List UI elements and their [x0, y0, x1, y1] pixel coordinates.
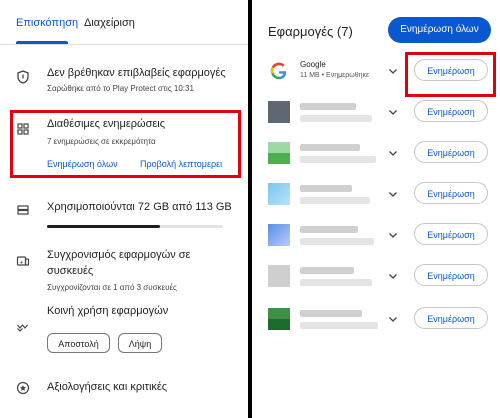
- app-meta-blurred: [300, 279, 372, 286]
- sync-title-line1[interactable]: Συγχρονισμός εφαρμογών σε: [47, 249, 190, 261]
- protect-subtitle: Σαρώθηκε από το Play Protect στις 10:31: [47, 84, 194, 93]
- google-logo-icon: [270, 62, 287, 80]
- app-icon: [268, 265, 290, 287]
- update-button[interactable]: Ενημέρωση: [414, 100, 488, 122]
- storage-progress-bar: [47, 225, 223, 228]
- app-icon: [268, 142, 290, 164]
- chevron-down-icon[interactable]: [387, 147, 399, 159]
- app-icon: [268, 308, 290, 330]
- update-button[interactable]: Ενημέρωση: [414, 182, 488, 204]
- app-meta-blurred: [300, 156, 376, 163]
- chevron-down-icon[interactable]: [387, 188, 399, 200]
- update-all-link[interactable]: Ενημέρωση όλων: [47, 159, 118, 169]
- update-all-button[interactable]: Ενημέρωση όλων: [388, 17, 491, 43]
- app-row-blurred[interactable]: Ενημέρωση: [252, 134, 500, 172]
- app-name-blurred: [300, 226, 358, 233]
- apps-title: Εφαρμογές (7): [268, 24, 353, 39]
- protect-title[interactable]: Δεν βρέθηκαν επιβλαβείς εφαρμογές: [47, 67, 226, 79]
- app-row-blurred[interactable]: Ενημέρωση: [252, 300, 500, 338]
- update-button[interactable]: Ενημέρωση: [414, 307, 488, 329]
- app-name-blurred: [300, 310, 362, 317]
- apps-grid-icon: [17, 123, 29, 135]
- update-button[interactable]: Ενημέρωση: [414, 223, 488, 245]
- update-button[interactable]: Ενημέρωση: [414, 141, 488, 163]
- sync-title-line2: συσκευές: [47, 265, 94, 277]
- devices-icon: [16, 256, 30, 266]
- chevron-down-icon[interactable]: [387, 270, 399, 282]
- updates-subtitle: 7 ενημερώσεις σε εκκρεμότητα: [47, 137, 156, 146]
- storage-title[interactable]: Χρησιμοποιούνται 72 GB από 113 GB: [47, 201, 232, 213]
- app-name-blurred: [300, 144, 360, 151]
- app-meta-blurred: [300, 115, 372, 122]
- left-panel: Επισκόπηση Διαχείριση Δεν βρέθηκαν επιβλ…: [0, 0, 248, 418]
- ratings-title[interactable]: Αξιολογήσεις και κριτικές: [47, 381, 167, 393]
- chevron-down-icon[interactable]: [387, 229, 399, 241]
- tab-manage[interactable]: Διαχείριση: [84, 17, 135, 29]
- storage-progress-fill: [47, 225, 160, 228]
- update-button[interactable]: Ενημέρωση: [414, 264, 488, 286]
- tab-bar: Επισκόπηση Διαχείριση: [0, 0, 248, 45]
- app-icon: [268, 183, 290, 205]
- app-row-blurred[interactable]: Ενημέρωση: [252, 257, 500, 295]
- app-meta-blurred: [300, 322, 378, 329]
- app-row-blurred[interactable]: Ενημέρωση: [252, 175, 500, 213]
- receive-button[interactable]: Λήψη: [118, 333, 162, 353]
- star-icon: [16, 381, 30, 395]
- app-row-blurred[interactable]: Ενημέρωση: [252, 216, 500, 254]
- app-meta: 11 MB • Ενημερώθηκε: [300, 72, 370, 79]
- nearby-share-icon: [17, 324, 28, 332]
- view-details-link[interactable]: Προβολή λεπτομερει: [140, 159, 236, 169]
- app-icon: [268, 224, 290, 246]
- right-panel: Εφαρμογές (7) Ενημέρωση όλων Google 11 M…: [252, 0, 500, 418]
- highlight-box: [405, 52, 496, 97]
- app-icon: [268, 101, 290, 123]
- active-tab-indicator: [16, 41, 68, 44]
- app-meta-blurred: [300, 197, 370, 204]
- updates-title[interactable]: Διαθέσιμες ενημερώσεις: [47, 118, 165, 130]
- tab-overview[interactable]: Επισκόπηση: [16, 17, 78, 29]
- share-title: Κοινή χρήση εφαρμογών: [47, 305, 169, 317]
- chevron-down-icon[interactable]: [387, 313, 399, 325]
- chevron-down-icon[interactable]: [387, 106, 399, 118]
- send-button[interactable]: Αποστολή: [47, 333, 110, 353]
- app-name-blurred: [300, 185, 352, 192]
- app-name: Google: [300, 60, 326, 69]
- app-name-blurred: [300, 103, 356, 110]
- app-row-blurred[interactable]: Ενημέρωση: [252, 93, 500, 131]
- sync-subtitle: Συγχρονίζονται σε 1 από 3 συσκευές: [47, 283, 177, 292]
- chevron-down-icon[interactable]: [387, 65, 399, 77]
- storage-icon: [17, 205, 29, 215]
- app-name-blurred: [300, 267, 354, 274]
- shield-icon: [17, 70, 29, 84]
- app-meta-blurred: [300, 238, 374, 245]
